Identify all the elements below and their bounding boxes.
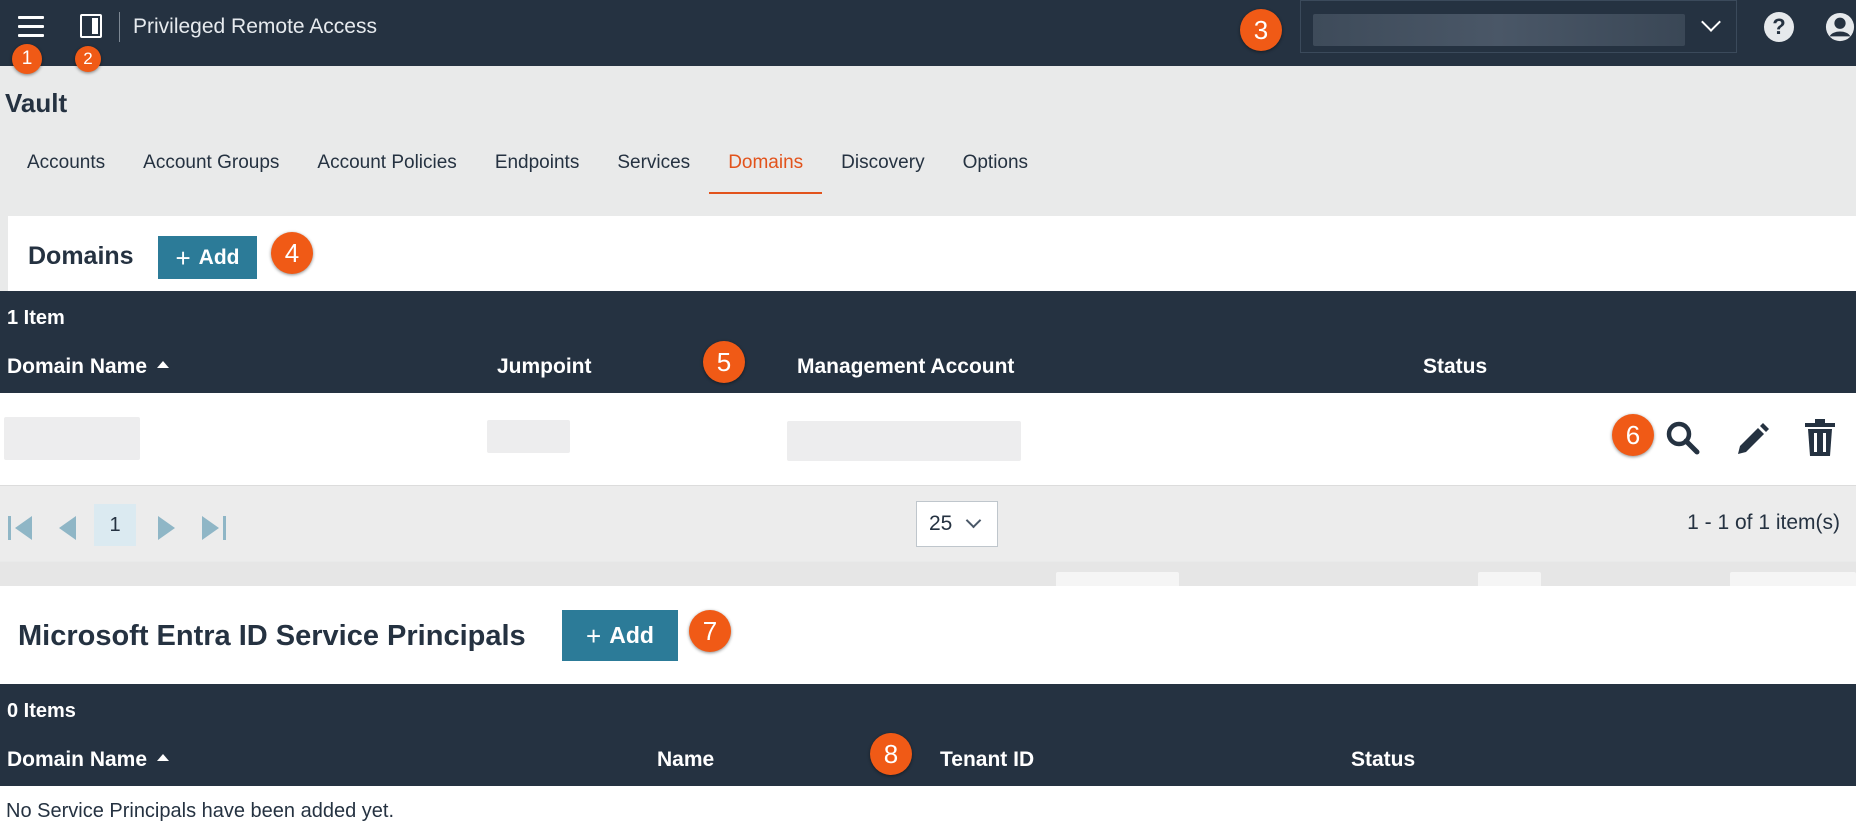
callout-badge-3: 3 [1240, 9, 1282, 51]
user-account-icon[interactable] [1824, 12, 1856, 42]
item-count: 0 Items [7, 700, 76, 722]
next-page-icon[interactable] [156, 508, 178, 548]
plus-icon: + [586, 620, 602, 651]
callout-badge-8: 8 [870, 733, 912, 775]
section-gap [0, 562, 1856, 592]
column-header-label: Domain Name [7, 748, 148, 771]
current-page[interactable]: 1 [94, 504, 136, 546]
add-domain-label: Add [198, 245, 240, 269]
site-selector-dropdown[interactable] [1300, 0, 1737, 53]
service-principals-section-header: Microsoft Entra ID Service Principals + … [0, 586, 1856, 684]
app-title: Privileged Remote Access [133, 15, 377, 38]
domains-table-header: 1 Item Domain Name Jumpoint Management A… [0, 291, 1856, 393]
empty-state-row: No Service Principals have been added ye… [0, 786, 1856, 838]
section-title: Microsoft Entra ID Service Principals [18, 620, 526, 652]
callout-badge-7: 7 [689, 610, 731, 652]
callout-badge-1: 1 [12, 44, 42, 74]
plus-icon: + [175, 242, 191, 273]
previous-page-icon[interactable] [56, 508, 78, 548]
view-icon[interactable] [1665, 420, 1701, 456]
add-domain-button[interactable]: + Add [158, 236, 257, 279]
column-header-status[interactable]: Status [1423, 355, 1487, 379]
chevron-down-icon [965, 512, 982, 529]
last-page-icon[interactable] [200, 508, 228, 548]
site-selector-value [1313, 14, 1685, 46]
top-bar: Privileged Remote Access ? [0, 0, 1856, 66]
jumpoint-cell [487, 420, 570, 453]
empty-state-message: No Service Principals have been added ye… [6, 800, 395, 822]
page-title: Vault [5, 88, 68, 118]
column-header-management-account[interactable]: Management Account [797, 355, 1014, 379]
tab-accounts[interactable]: Accounts [8, 140, 124, 194]
item-range: 1 - 1 of 1 item(s) [1687, 511, 1840, 534]
column-header-tenant-id[interactable]: Tenant ID [940, 748, 1034, 772]
domain-name-cell [4, 417, 140, 460]
tab-discovery[interactable]: Discovery [822, 140, 943, 194]
column-header-status[interactable]: Status [1351, 748, 1415, 772]
section-title: Domains [28, 242, 134, 270]
callout-badge-2: 2 [75, 46, 101, 72]
service-principals-table-header: 0 Items Domain Name Name Tenant ID Statu… [0, 684, 1856, 786]
tab-account-groups[interactable]: Account Groups [124, 140, 298, 194]
pagination-bar: 1 25 1 - 1 of 1 item(s) [0, 485, 1856, 561]
add-service-principal-label: Add [609, 622, 654, 648]
tab-services[interactable]: Services [598, 140, 709, 194]
tab-domains[interactable]: Domains [709, 140, 823, 194]
delete-icon[interactable] [1803, 419, 1837, 457]
callout-badge-6: 6 [1612, 414, 1654, 456]
divider [119, 12, 120, 42]
help-icon[interactable]: ? [1764, 12, 1794, 42]
page-size-select[interactable]: 25 [916, 501, 998, 547]
table-row[interactable] [0, 393, 1856, 485]
page-size-value: 25 [929, 512, 953, 535]
item-count: 1 Item [7, 307, 65, 329]
tab-bar: Accounts Account Groups Account Policies… [8, 140, 1047, 195]
callout-badge-5: 5 [703, 341, 745, 383]
column-header-domain-name[interactable]: Domain Name [7, 748, 170, 772]
first-page-icon[interactable] [6, 508, 34, 548]
column-header-jumpoint[interactable]: Jumpoint [497, 355, 592, 379]
tab-account-policies[interactable]: Account Policies [298, 140, 475, 194]
hamburger-menu-icon[interactable] [18, 16, 44, 38]
column-header-label: Domain Name [7, 355, 148, 378]
chevron-down-icon [1701, 12, 1721, 32]
tab-options[interactable]: Options [944, 140, 1047, 194]
management-account-cell [787, 421, 1021, 461]
add-service-principal-button[interactable]: + Add [562, 610, 678, 661]
sort-ascending-icon [157, 754, 170, 761]
sort-ascending-icon [157, 361, 170, 368]
side-panel-icon[interactable] [80, 14, 102, 38]
edit-icon[interactable] [1734, 420, 1770, 456]
column-header-domain-name[interactable]: Domain Name [7, 355, 170, 379]
tab-endpoints[interactable]: Endpoints [476, 140, 599, 194]
column-header-name[interactable]: Name [657, 748, 714, 772]
callout-badge-4: 4 [271, 232, 313, 274]
